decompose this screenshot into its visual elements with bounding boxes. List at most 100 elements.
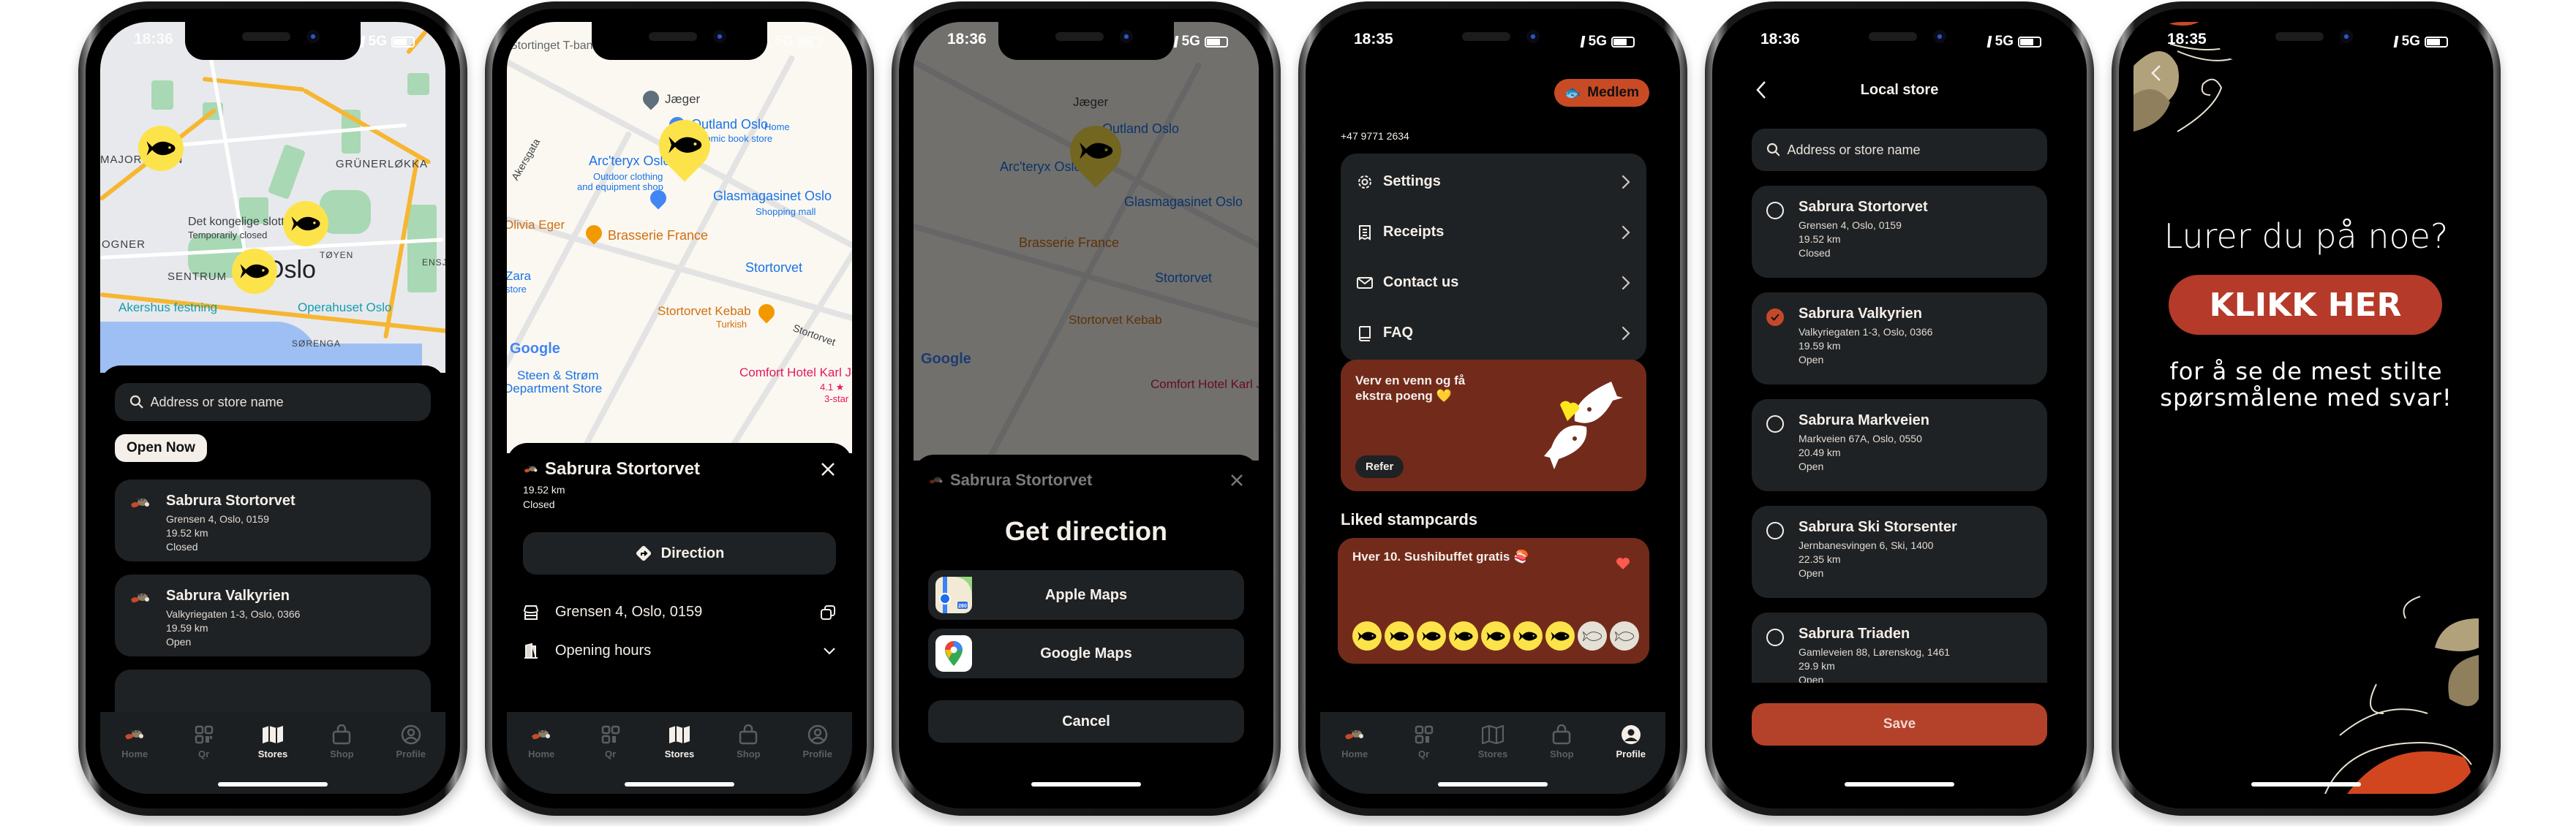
- fish-icon: [1550, 630, 1570, 643]
- store-radio-card[interactable]: Sabrura Valkyrien Valkyriegaten 1-3, Oslo…: [1752, 292, 2047, 384]
- store-radio-card[interactable]: Sabrura Ski Storsenter Jernbanesvingen 6,…: [1752, 506, 2047, 598]
- nav-profile[interactable]: Profile: [1602, 724, 1660, 794]
- store-name: Sabrura Markveien: [1799, 412, 1929, 428]
- stamp-filled: [1352, 621, 1382, 651]
- signal-icon: [1986, 36, 1992, 48]
- apple-maps-label: Apple Maps: [1044, 586, 1128, 603]
- menu-item-settings[interactable]: Settings: [1341, 156, 1646, 207]
- save-button[interactable]: Save: [1752, 703, 2047, 746]
- page-title: Local store: [1860, 82, 1939, 98]
- store-distance: 29.9 km: [1799, 660, 1835, 672]
- store-marker[interactable]: [283, 201, 328, 246]
- store-radio-list[interactable]: Sabrura Stortorvet Grensen 4, Oslo, 0159 1…: [1752, 186, 2047, 683]
- phone-bezel: 18:35 5G Lurer du på noe? KLIKK HER for …: [2119, 9, 2493, 808]
- menu-item-faq[interactable]: FAQ: [1341, 308, 1646, 358]
- nav-profile[interactable]: Profile: [788, 724, 847, 794]
- store-search-field[interactable]: [115, 383, 431, 421]
- member-badge: 🐟 Medlem: [1553, 79, 1649, 107]
- map-label: Temporarily closed: [188, 230, 268, 240]
- chevron-right-icon: [1622, 175, 1630, 189]
- map-label: Stortorvet Kebab: [658, 304, 751, 318]
- nav-label: Profile: [802, 749, 832, 759]
- menu-label: Settings: [1383, 173, 1441, 189]
- store-card[interactable]: Sabrura Stortorvet Grensen 4, Oslo, 0159…: [115, 480, 431, 561]
- close-icon[interactable]: [820, 461, 836, 477]
- radio-unselected[interactable]: [1766, 629, 1784, 646]
- cancel-button[interactable]: Cancel: [928, 700, 1244, 743]
- store-map[interactable]: Stortinget T-bane Jæger Outland Oslo Com…: [507, 22, 852, 453]
- sabrura-logo-icon: [928, 475, 944, 485]
- radio-unselected[interactable]: [1766, 415, 1784, 433]
- store-card[interactable]: Sabrura Valkyrien Valkyriegaten 1-3, Osl…: [115, 575, 431, 656]
- store-marker[interactable]: [232, 249, 277, 294]
- menu-label: Receipts: [1383, 224, 1445, 240]
- back-icon[interactable]: [2151, 64, 2161, 82]
- store-status: Open: [1799, 567, 1824, 579]
- menu-item-contact[interactable]: Contact us: [1341, 257, 1646, 308]
- klikk-her-button[interactable]: KLIKK HER: [2169, 275, 2442, 335]
- fish-icon: [1518, 630, 1538, 643]
- subtext: for å se de mest stilte spørsmålene med …: [2134, 358, 2479, 411]
- copy-icon[interactable]: [820, 605, 836, 621]
- map-label: Operahuset Oslo: [298, 300, 392, 314]
- stamp-filled: [1513, 621, 1543, 651]
- menu-item-receipts[interactable]: Receipts: [1341, 207, 1646, 257]
- stampcard[interactable]: Hver 10. Sushibuffet gratis 🍣: [1338, 538, 1649, 664]
- network-label: 5G: [1995, 34, 2014, 49]
- nav-home[interactable]: Home: [1325, 724, 1384, 794]
- store-radio-card[interactable]: Sabrura Stortorvet Grensen 4, Oslo, 0159 1…: [1752, 186, 2047, 278]
- home-indicator: [2251, 782, 2361, 787]
- close-icon[interactable]: [1229, 473, 1244, 488]
- store-name: Sabrura Stortorvet: [1799, 199, 1928, 215]
- battery-icon: [798, 36, 821, 48]
- apple-maps-button[interactable]: 280 Apple Maps: [928, 570, 1244, 620]
- store-status: Open: [1799, 354, 1824, 365]
- stampcard-title: Hver 10. Sushibuffet gratis 🍣: [1352, 550, 1529, 564]
- heart-liked-icon[interactable]: [1616, 557, 1630, 570]
- open-now-filter-chip[interactable]: Open Now: [115, 434, 207, 462]
- store-radio-card[interactable]: Sabrura Triaden Gamleveien 88, Lørenskog,…: [1752, 613, 2047, 683]
- nav-home[interactable]: Home: [512, 724, 570, 794]
- profile-icon: [400, 724, 422, 746]
- store-search-input[interactable]: [1787, 142, 2033, 158]
- store-address: Gamleveien 88, Lørenskog, 1461: [1799, 646, 1951, 658]
- stamp-filled: [1545, 621, 1575, 651]
- store-search-field[interactable]: [1752, 129, 2047, 171]
- store-map[interactable]: MAJORSTUEN GRÜNERLØKKA Det kongelige slo…: [100, 22, 445, 373]
- nav-label: Home: [1341, 749, 1368, 759]
- nav-label: Shop: [1550, 749, 1574, 759]
- store-radio-card[interactable]: Sabrura Markveien Markveien 67A, Oslo, 05…: [1752, 399, 2047, 491]
- nav-profile[interactable]: Profile: [382, 724, 440, 794]
- store-marker[interactable]: [138, 126, 184, 171]
- store-address: Jernbanesvingen 6, Ski, 1400: [1799, 539, 1934, 551]
- direction-button[interactable]: Direction: [523, 532, 836, 575]
- apple-maps-icon: 280: [935, 577, 972, 613]
- network-label: 5G: [775, 34, 794, 49]
- nav-home[interactable]: Home: [105, 724, 164, 794]
- google-maps-button[interactable]: Google Maps: [928, 629, 1244, 678]
- store-search-input[interactable]: [150, 394, 416, 410]
- store-status: Open: [1799, 674, 1824, 683]
- phone-bezel: 18:35 5G 🐟 Medlem +47 9771 2634 Settings …: [1306, 9, 1680, 808]
- profile-menu: Settings Receipts Contact us FAQ: [1341, 154, 1646, 361]
- nav-label: Qr: [197, 749, 210, 759]
- chevron-right-icon: [1622, 276, 1630, 290]
- gear-icon: [1358, 175, 1371, 189]
- status-bar: 18:35 5G: [2134, 31, 2479, 53]
- opening-hours-row[interactable]: Opening hours: [523, 643, 836, 659]
- menu-label: FAQ: [1383, 325, 1414, 341]
- nav-label: Stores: [664, 749, 695, 759]
- radio-unselected[interactable]: [1766, 522, 1784, 539]
- chevron-right-icon: [1622, 326, 1630, 341]
- radio-unselected[interactable]: [1766, 202, 1784, 219]
- radio-selected[interactable]: [1766, 308, 1784, 326]
- map-label: Home: [764, 121, 790, 132]
- store-distance: 19.59 km: [166, 622, 208, 634]
- subtext-line2: spørsmålene med svar!: [2160, 384, 2452, 412]
- chevron-down-icon[interactable]: [823, 647, 836, 656]
- map-label: Comfort Hotel Karl Johan: [739, 365, 852, 379]
- refer-button[interactable]: Refer: [1355, 455, 1404, 478]
- map-icon: [669, 724, 690, 746]
- store-distance: 19.59 km: [1799, 340, 1841, 352]
- get-direction-modal: Sabrura Stortorvet Get direction 280 App…: [914, 455, 1259, 765]
